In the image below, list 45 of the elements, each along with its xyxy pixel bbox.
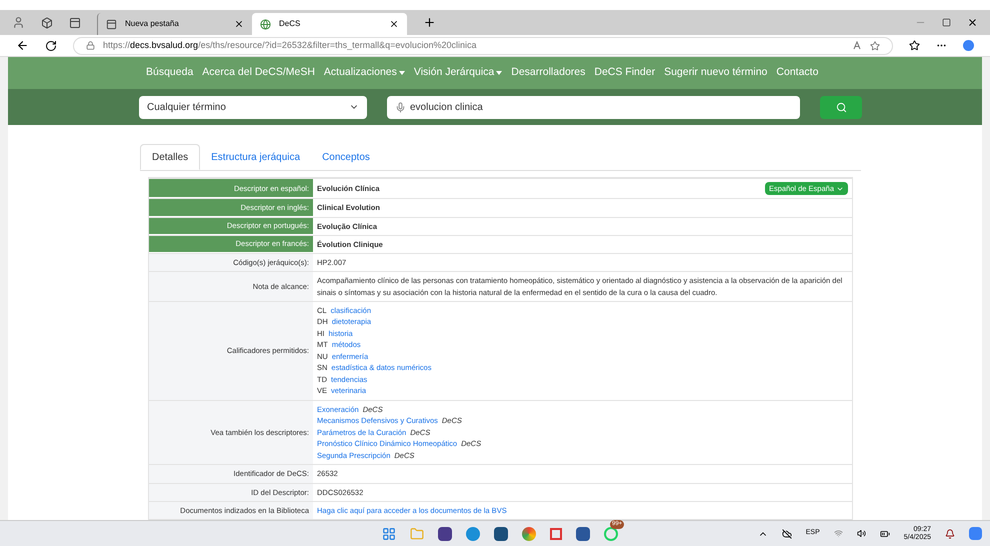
close-icon: [389, 19, 399, 29]
scope-select[interactable]: Cualquier término: [139, 96, 367, 119]
nav-link[interactable]: Sugerir nuevo término: [664, 65, 768, 81]
reload-icon[interactable]: [45, 40, 57, 52]
address-field[interactable]: https://decs.bvsalud.org/es/ths/resource/?id=26532&filter=ths_termall&q=evolucion%20clinica: [73, 36, 893, 54]
nav-link[interactable]: DeCS Finder: [594, 65, 656, 81]
copilot-icon[interactable]: [963, 40, 974, 51]
content-tab[interactable]: Detalles: [140, 144, 200, 170]
caret-icon: [496, 70, 502, 75]
nav-link[interactable]: Búsqueda: [146, 65, 194, 81]
bell-icon[interactable]: [945, 528, 955, 538]
nav-link[interactable]: Visión Jerárquica: [414, 65, 502, 81]
browser-tab[interactable]: DeCS: [252, 13, 407, 35]
nav-link[interactable]: Desarrolladores: [511, 65, 586, 81]
search-field[interactable]: evolucion clinica: [387, 96, 800, 119]
back-icon[interactable]: [16, 39, 29, 52]
content-tab[interactable]: Estructura jeráquica: [200, 144, 312, 170]
site-icon: [260, 18, 271, 30]
close-icon: [234, 19, 244, 29]
new-tab-icon[interactable]: [423, 16, 436, 29]
read-aloud-icon: [853, 41, 862, 50]
profile-icon[interactable]: [12, 16, 25, 29]
search-icon: [836, 102, 846, 113]
copilot-icon[interactable]: [969, 527, 982, 540]
lock-icon: [86, 41, 95, 50]
app-icon[interactable]: [438, 526, 452, 540]
volume-icon[interactable]: [856, 529, 866, 538]
start-icon[interactable]: [382, 526, 396, 540]
tab-actions-icon[interactable]: [69, 16, 81, 28]
nav-link[interactable]: Actualizaciones: [324, 65, 405, 81]
battery-icon[interactable]: [880, 528, 890, 538]
restore-icon[interactable]: [942, 18, 951, 27]
content-tab[interactable]: Conceptos: [311, 144, 381, 170]
nav-link[interactable]: Acerca del DeCS/MeSH: [202, 65, 315, 81]
nav-link[interactable]: Contacto: [776, 65, 818, 81]
close-icon[interactable]: [967, 17, 978, 28]
cloud-off-icon[interactable]: [782, 528, 792, 538]
favorites-icon[interactable]: [909, 40, 920, 51]
search-button[interactable]: [820, 96, 862, 119]
microphone-icon: [395, 102, 406, 113]
caret-icon: [398, 70, 405, 75]
workspaces-icon[interactable]: [41, 16, 53, 28]
favorite-icon: [870, 40, 880, 50]
wifi-icon[interactable]: [834, 529, 843, 538]
page-icon: [106, 18, 117, 30]
